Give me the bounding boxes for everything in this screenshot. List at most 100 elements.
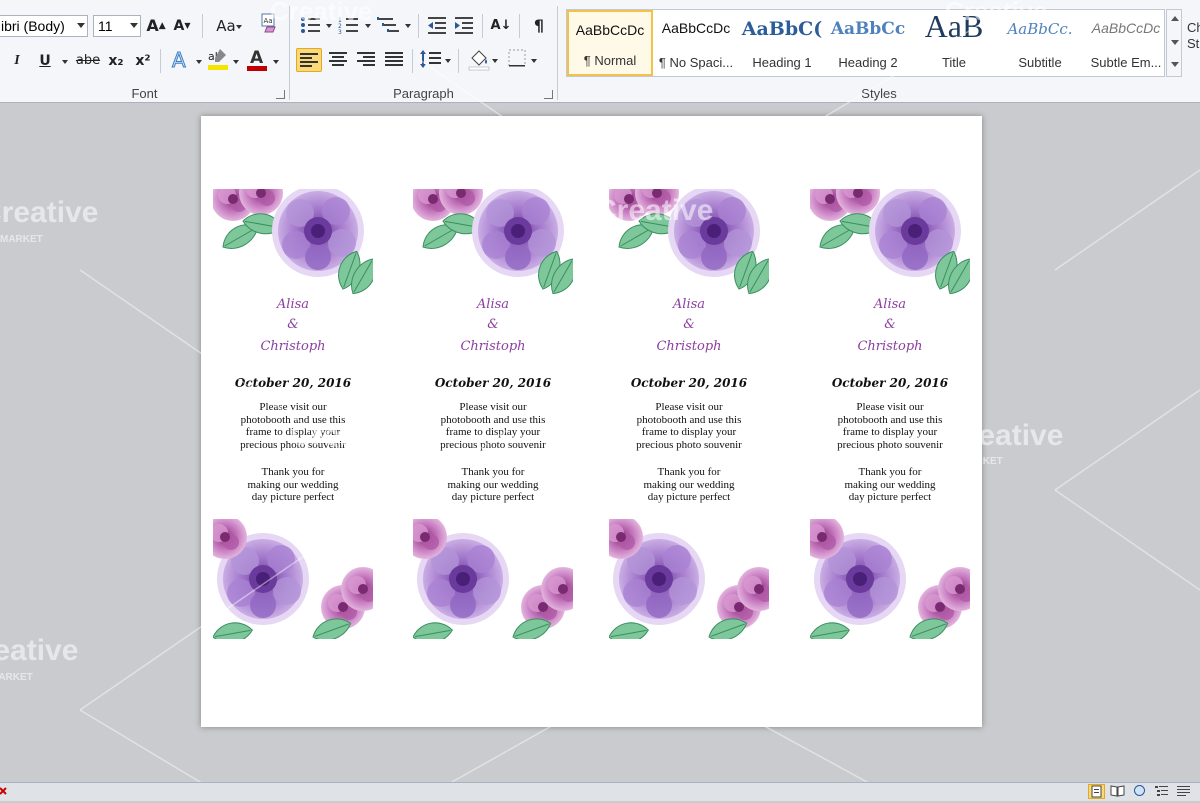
align-left-button[interactable] (296, 48, 322, 72)
message-line: Thank you for (461, 466, 525, 478)
font-color-label: A (250, 48, 264, 68)
change-case-label: Aa (216, 17, 236, 35)
message-line: frame to display your (445, 426, 541, 438)
status-bar (0, 782, 1200, 801)
underline-button[interactable]: U (36, 49, 54, 73)
styles-group: Styles (558, 0, 1200, 103)
outline-icon (1155, 786, 1168, 796)
message-line: day picture perfect (647, 491, 731, 503)
italic-button[interactable]: I (8, 49, 26, 73)
bullets-button[interactable] (298, 14, 326, 38)
flower-illustration (413, 189, 573, 300)
show-formatting-button[interactable]: ¶ (528, 14, 550, 38)
flower-illustration (810, 519, 970, 639)
line-spacing-icon (420, 50, 441, 68)
change-case-button[interactable]: Aa (210, 14, 242, 38)
grow-font-button[interactable]: A▲ (146, 14, 166, 38)
divider (202, 14, 203, 38)
divider (482, 14, 483, 38)
paragraph-group: 1 2 3 A↓ ¶ Paragraph (290, 0, 557, 103)
highlight-button[interactable]: ab (206, 47, 230, 71)
chevron-down-icon[interactable] (405, 24, 411, 28)
book-icon (1110, 785, 1125, 797)
card: Alisa & Christoph October 20, 2016 Pleas… (413, 189, 573, 639)
chevron-down-icon[interactable] (531, 59, 537, 63)
sort-label: A↓ (490, 18, 512, 33)
chevron-down-icon[interactable] (365, 24, 371, 28)
multilevel-list-button[interactable] (376, 14, 404, 38)
bullets-icon (301, 17, 320, 33)
full-screen-reading-view-button[interactable] (1110, 784, 1127, 799)
justify-icon (385, 52, 403, 66)
decrease-indent-icon (428, 17, 446, 34)
chevron-down-icon[interactable] (233, 60, 239, 64)
chevron-down-icon[interactable] (273, 60, 279, 64)
sort-button[interactable]: A↓ (489, 14, 513, 38)
message-line: Thank you for (858, 466, 922, 478)
text-effects-button[interactable]: A (168, 47, 194, 73)
print-layout-icon (1091, 785, 1102, 798)
font-group-label: Font (131, 86, 158, 101)
paragraph-dialog-launcher[interactable] (544, 90, 553, 99)
message-line: day picture perfect (251, 491, 335, 503)
numbering-button[interactable]: 1 2 3 (336, 14, 364, 38)
web-layout-view-button[interactable] (1132, 784, 1149, 799)
numbering-icon: 1 2 3 (338, 17, 358, 36)
wedding-date: October 20, 2016 (831, 376, 949, 390)
print-layout-view-button[interactable] (1088, 784, 1105, 799)
outline-view-button[interactable] (1154, 784, 1171, 799)
clear-formatting-button[interactable]: Aa (258, 12, 280, 36)
styles-group-label: Styles (861, 86, 897, 101)
ampersand: & (683, 317, 695, 332)
message-line: day picture perfect (848, 491, 932, 503)
watermark-sub: MARKET (0, 234, 43, 245)
align-right-button[interactable] (353, 48, 379, 72)
justify-button[interactable] (381, 48, 407, 72)
font-color-button[interactable]: A (245, 47, 269, 71)
font-name-combo[interactable]: ibri (Body) (0, 15, 88, 37)
shading-button[interactable] (466, 47, 492, 71)
watermark-sub: MARKET (0, 672, 33, 683)
borders-button[interactable] (505, 48, 529, 72)
message-line: day picture perfect (451, 491, 535, 503)
divider (160, 49, 161, 73)
shrink-font-button[interactable]: A▼ (172, 14, 192, 38)
increase-indent-icon (455, 17, 473, 34)
proofing-error-icon[interactable] (0, 785, 10, 799)
wedding-date: October 20, 2016 (434, 376, 552, 390)
align-center-button[interactable] (325, 48, 351, 72)
line-spacing-button[interactable] (418, 48, 444, 72)
ampersand: & (884, 317, 896, 332)
subscript-button[interactable]: x₂ (104, 49, 128, 73)
wedding-date: October 20, 2016 (630, 376, 748, 390)
paragraph-group-label: Paragraph (393, 86, 454, 101)
svg-text:A: A (172, 48, 186, 71)
svg-text:Aa: Aa (264, 17, 273, 25)
decrease-indent-button[interactable] (425, 14, 449, 38)
chevron-down-icon[interactable] (445, 59, 451, 63)
increase-indent-button[interactable] (452, 14, 476, 38)
font-size-value: 11 (98, 18, 113, 34)
chevron-down-icon[interactable] (326, 24, 332, 28)
chevron-down-icon[interactable] (196, 60, 202, 64)
superscript-button[interactable]: x² (131, 49, 155, 73)
card: Alisa & Christoph October 20, 2016 Pleas… (810, 189, 970, 639)
message-paragraph-1: Please visit our photobooth and use this… (423, 401, 563, 451)
message-line: photobooth and use this (636, 413, 742, 426)
chevron-down-icon[interactable] (492, 59, 498, 63)
chevron-down-icon[interactable] (62, 60, 68, 64)
message-line: photobooth and use this (837, 413, 943, 426)
document-page[interactable]: Alisa & Christoph October 20, 2016 Pleas… (201, 116, 982, 727)
strikethrough-button[interactable]: abe (74, 49, 102, 73)
wedding-date: October 20, 2016 (234, 376, 352, 390)
draft-view-button[interactable] (1176, 784, 1193, 799)
divider (458, 49, 459, 73)
message-line: making our wedding (643, 478, 735, 491)
ribbon: ibri (Body) 11 A▲ A▼ Aa Aa I U abe x₂ x²… (0, 0, 1200, 103)
font-dialog-launcher[interactable] (276, 90, 285, 99)
superscript-label: x² (135, 53, 151, 69)
message-line: precious photo souvenir (440, 438, 546, 451)
ampersand: & (487, 317, 499, 332)
flower-illustration (413, 519, 573, 639)
font-size-combo[interactable]: 11 (93, 15, 141, 37)
